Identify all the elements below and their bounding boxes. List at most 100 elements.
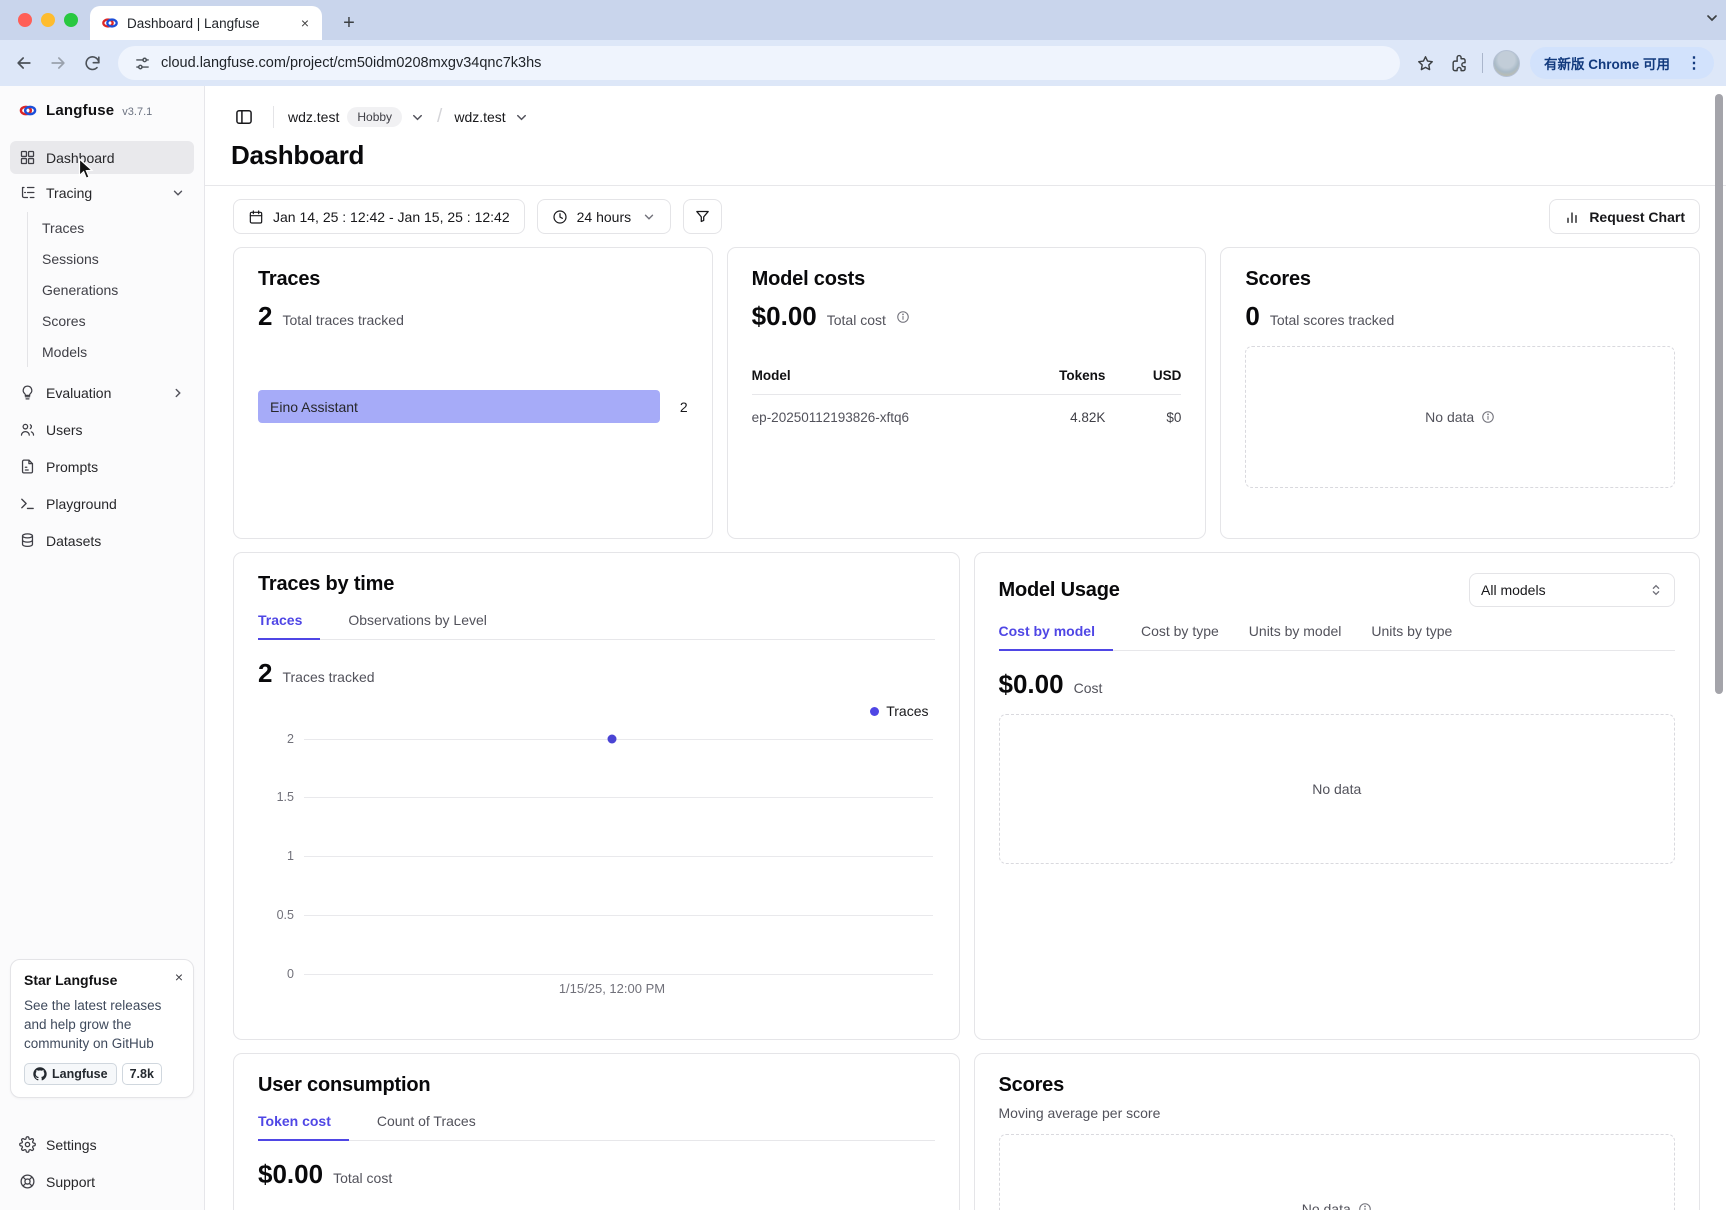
github-star-button[interactable]: Langfuse (24, 1063, 117, 1085)
sidebar-item-evaluation[interactable]: Evaluation (10, 376, 194, 409)
sidebar-item-label: Sessions (42, 251, 99, 267)
tab-cost-by-model[interactable]: Cost by model (999, 623, 1113, 651)
sidebar-item-sessions[interactable]: Sessions (30, 243, 194, 274)
tab-title: Dashboard | Langfuse (127, 16, 289, 31)
info-icon[interactable] (1358, 1202, 1372, 1210)
tab-token-cost[interactable]: Token cost (258, 1113, 349, 1141)
sidebar-item-label: Support (46, 1174, 95, 1190)
bookmark-star-icon[interactable] (1414, 51, 1438, 75)
tab-traces[interactable]: Traces (258, 612, 320, 640)
browser-menu-kebab-icon[interactable]: ⋮ (1680, 53, 1708, 73)
traces-by-time-card: Traces by time Traces Observations by Le… (233, 552, 960, 1040)
x-axis-label: 1/15/25, 12:00 PM (559, 981, 665, 996)
y-tick: 0.5 (258, 908, 294, 922)
brand-name: Langfuse (46, 102, 114, 119)
tab-units-by-type[interactable]: Units by type (1371, 623, 1454, 650)
tab-observations-by-level[interactable]: Observations by Level (348, 612, 489, 639)
reload-icon[interactable] (80, 51, 104, 75)
cell-model: ep-20250112193826-xftq6 (752, 410, 986, 425)
window-controls[interactable] (18, 13, 78, 27)
chevron-down-icon[interactable] (410, 110, 425, 125)
brand[interactable]: Langfuse v3.7.1 (10, 98, 194, 119)
close-icon[interactable]: × (175, 969, 183, 985)
traces-total-label: Total traces tracked (282, 312, 403, 328)
table-row[interactable]: ep-20250112193826-xftq6 4.82K $0 (752, 395, 1182, 425)
sidebar-item-label: Models (42, 344, 87, 360)
langfuse-favicon-icon (102, 15, 118, 31)
date-range-picker[interactable]: Jan 14, 25 : 12:42 - Jan 15, 25 : 12:42 (233, 199, 525, 234)
tab-cost-by-type[interactable]: Cost by type (1141, 623, 1221, 650)
calendar-icon (248, 209, 264, 225)
traces-time-chart: 2 1.5 1 0.5 0 1/15/25, 12:00 PM (258, 733, 935, 999)
trace-name-label: Eino Assistant (270, 399, 358, 415)
sidebar-item-support[interactable]: Support (10, 1165, 194, 1198)
trace-name-bar[interactable]: Eino Assistant (258, 390, 660, 423)
extensions-icon[interactable] (1448, 51, 1472, 75)
page-scrollbar[interactable] (1715, 94, 1723, 694)
window-zoom-button[interactable] (64, 13, 78, 27)
date-range-value: Jan 14, 25 : 12:42 - Jan 15, 25 : 12:42 (273, 209, 510, 225)
no-data-label: No data (1425, 409, 1474, 425)
column-usd: USD (1105, 368, 1181, 383)
card-title: Model costs (752, 268, 1182, 291)
sidebar-item-tracing[interactable]: Tracing (10, 176, 194, 209)
chart-data-point[interactable] (607, 735, 616, 744)
sidebar-item-models[interactable]: Models (30, 336, 194, 367)
forward-icon[interactable] (46, 51, 70, 75)
window-close-button[interactable] (18, 13, 32, 27)
sidebar-item-datasets[interactable]: Datasets (10, 524, 194, 557)
url-bar[interactable]: cloud.langfuse.com/project/cm50idm0208mx… (118, 46, 1400, 80)
mouse-cursor (78, 158, 97, 180)
back-icon[interactable] (12, 51, 36, 75)
traces-by-time-tabs: Traces Observations by Level (258, 612, 935, 640)
sidebar-item-dashboard[interactable]: Dashboard (10, 141, 194, 174)
browser-toolbar: cloud.langfuse.com/project/cm50idm0208mx… (0, 40, 1726, 86)
sidebar-item-scores[interactable]: Scores (30, 305, 194, 336)
y-tick: 1 (258, 849, 294, 863)
sidebar-item-label: Prompts (46, 459, 98, 475)
sidebar-item-prompts[interactable]: Prompts (10, 450, 194, 483)
github-badge-label: Langfuse (52, 1067, 108, 1081)
browser-tab[interactable]: Dashboard | Langfuse × (90, 6, 322, 40)
time-preset-dropdown[interactable]: 24 hours (537, 199, 671, 234)
github-star-count[interactable]: 7.8k (122, 1063, 162, 1085)
users-icon (19, 421, 36, 438)
gridline: 1 (304, 856, 933, 857)
site-settings-icon[interactable] (134, 55, 151, 72)
tab-count-of-traces[interactable]: Count of Traces (377, 1113, 478, 1140)
model-filter-select[interactable]: All models (1469, 573, 1675, 607)
info-icon[interactable] (896, 310, 910, 324)
chrome-update-button[interactable]: 有新版 Chrome 可用 ⋮ (1530, 47, 1714, 79)
tab-units-by-model[interactable]: Units by model (1249, 623, 1344, 650)
star-card-body: See the latest releases and help grow th… (24, 996, 181, 1053)
org-name[interactable]: wdz.test (288, 109, 339, 125)
card-title: Model Usage (999, 579, 1120, 602)
profile-avatar[interactable] (1493, 50, 1520, 77)
tab-search-chevron-icon[interactable] (1704, 10, 1720, 26)
empty-state: No data (999, 1134, 1676, 1210)
sidebar-toggle-icon[interactable] (229, 102, 259, 132)
sidebar-item-label: Playground (46, 496, 117, 512)
sidebar-item-users[interactable]: Users (10, 413, 194, 446)
tab-close-icon[interactable]: × (298, 15, 312, 31)
card-title: Traces (258, 268, 688, 291)
model-costs-value: $0.00 (752, 301, 817, 332)
sidebar-item-playground[interactable]: Playground (10, 487, 194, 520)
sidebar-item-settings[interactable]: Settings (10, 1128, 194, 1161)
project-switcher[interactable]: wdz.test (454, 109, 528, 125)
funnel-icon (694, 208, 711, 225)
org-switcher[interactable]: wdz.test Hobby (288, 107, 425, 127)
filter-button[interactable] (683, 199, 722, 234)
filter-bar: Jan 14, 25 : 12:42 - Jan 15, 25 : 12:42 … (205, 186, 1726, 234)
window-minimize-button[interactable] (41, 13, 55, 27)
chevron-down-icon[interactable] (514, 110, 529, 125)
sidebar-item-generations[interactable]: Generations (30, 274, 194, 305)
new-tab-button[interactable]: + (336, 10, 362, 36)
scores-total-value: 0 (1245, 301, 1259, 332)
project-name[interactable]: wdz.test (454, 109, 505, 125)
url-text[interactable]: cloud.langfuse.com/project/cm50idm0208mx… (161, 55, 541, 71)
sidebar-item-traces[interactable]: Traces (30, 212, 194, 243)
info-icon[interactable] (1481, 410, 1495, 424)
sidebar-item-label: Generations (42, 282, 118, 298)
request-chart-button[interactable]: Request Chart (1549, 199, 1700, 234)
